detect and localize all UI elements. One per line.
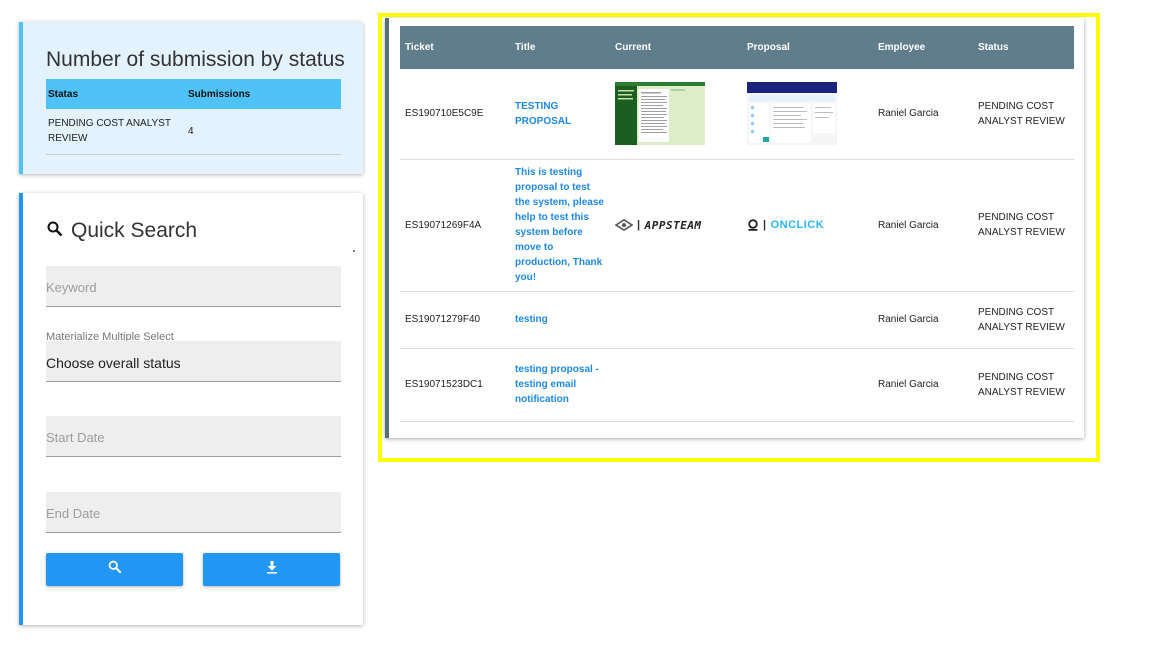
current-cell xyxy=(610,348,742,422)
current-cell xyxy=(610,69,742,160)
ticket-cell: ES190710E5C9E xyxy=(400,69,510,160)
current-cell xyxy=(610,291,742,349)
end-date-input[interactable]: End Date xyxy=(46,492,341,533)
status-summary-card: Number of submission by status Statas Su… xyxy=(19,22,363,174)
proposal-screenshot-thumbnail[interactable] xyxy=(747,82,837,146)
quick-search-header: Quick Search xyxy=(47,219,197,243)
keyword-placeholder: Keyword xyxy=(46,280,97,295)
table-row[interactable]: ES19071279F40 testing Raniel Garcia PEND… xyxy=(400,291,1074,349)
submissions-table: Ticket Title Current Proposal Employee S… xyxy=(400,26,1074,422)
status-card-title: Number of submission by status xyxy=(46,48,345,71)
title-link[interactable]: testing xyxy=(515,314,548,325)
column-header-title: Title xyxy=(510,26,610,69)
ticket-cell: ES19071523DC1 xyxy=(400,348,510,422)
column-header-ticket: Ticket xyxy=(400,26,510,69)
employee-cell: Raniel Garcia xyxy=(873,291,973,349)
column-header-employee: Employee xyxy=(873,26,973,69)
search-button[interactable] xyxy=(46,553,183,586)
table-row[interactable]: ES19071523DC1 testing proposal - testing… xyxy=(400,348,1074,422)
column-header-submissions: Submissions xyxy=(186,79,341,109)
keyword-input[interactable]: Keyword xyxy=(46,266,341,307)
proposal-cell xyxy=(742,69,873,160)
appsteam-logo[interactable]: | APPSTEAM xyxy=(615,218,737,233)
table-header-row: Ticket Title Current Proposal Employee S… xyxy=(400,26,1074,69)
status-multiselect[interactable]: Choose overall status xyxy=(46,341,341,382)
column-header-status: Statas xyxy=(46,79,186,109)
end-date-placeholder: End Date xyxy=(46,506,101,521)
status-cell: PENDING COST ANALYST REVIEW xyxy=(973,159,1074,292)
quick-search-title: Quick Search xyxy=(71,219,198,242)
appsteam-logo-icon xyxy=(615,219,633,231)
employee-cell: Raniel Garcia xyxy=(873,348,973,422)
search-icon xyxy=(47,221,63,242)
title-link[interactable]: testing proposal - testing email notific… xyxy=(515,364,599,405)
title-link[interactable]: TESTING PROPOSAL xyxy=(515,101,571,127)
table-row[interactable]: ES190710E5C9E TESTING PROPOSAL Raniel Ga… xyxy=(400,69,1074,160)
proposal-cell: | ONCLICK xyxy=(742,159,873,292)
title-cell: This is testing proposal to test the sys… xyxy=(510,159,610,292)
current-cell: | APPSTEAM xyxy=(610,159,742,292)
onclick-logo-icon xyxy=(748,219,758,231)
column-header-proposal: Proposal xyxy=(742,26,873,69)
current-screenshot-thumbnail[interactable] xyxy=(615,82,705,146)
submissions-table-card: Ticket Title Current Proposal Employee S… xyxy=(385,18,1084,438)
title-cell: TESTING PROPOSAL xyxy=(510,69,610,160)
employee-cell: Raniel Garcia xyxy=(873,159,973,292)
table-row[interactable]: ES19071269F4A This is testing proposal t… xyxy=(400,159,1074,292)
employee-cell: Raniel Garcia xyxy=(873,69,973,160)
quick-search-card: Quick Search Keyword Materialize Multipl… xyxy=(19,193,363,625)
start-date-placeholder: Start Date xyxy=(46,430,105,445)
dot-mark xyxy=(353,250,355,252)
ticket-cell: ES19071269F4A xyxy=(400,159,510,292)
column-header-current: Current xyxy=(610,26,742,69)
onclick-logo[interactable]: | ONCLICK xyxy=(747,218,868,233)
appsteam-logo-text: APPSTEAM xyxy=(644,218,702,232)
column-header-status: Status xyxy=(973,26,1074,69)
status-summary-table: Statas Submissions PENDING COST ANALYST … xyxy=(46,79,341,155)
status-cell: PENDING COST ANALYST REVIEW xyxy=(46,109,186,155)
table-row: PENDING COST ANALYST REVIEW 4 xyxy=(46,109,341,155)
download-button[interactable] xyxy=(203,553,340,586)
onclick-logo-text: ONCLICK xyxy=(770,218,825,231)
download-icon xyxy=(265,560,279,579)
status-cell: PENDING COST ANALYST REVIEW xyxy=(973,348,1074,422)
search-icon xyxy=(108,560,122,579)
proposal-cell xyxy=(742,291,873,349)
submissions-count: 4 xyxy=(186,109,341,155)
proposal-cell xyxy=(742,348,873,422)
status-cell: PENDING COST ANALYST REVIEW xyxy=(973,69,1074,160)
status-cell: PENDING COST ANALYST REVIEW xyxy=(973,291,1074,349)
ticket-cell: ES19071279F40 xyxy=(400,291,510,349)
start-date-input[interactable]: Start Date xyxy=(46,416,341,457)
title-cell: testing xyxy=(510,291,610,349)
title-link[interactable]: This is testing proposal to test the sys… xyxy=(515,167,604,283)
title-cell: testing proposal - testing email notific… xyxy=(510,348,610,422)
status-select-value: Choose overall status xyxy=(46,355,181,371)
